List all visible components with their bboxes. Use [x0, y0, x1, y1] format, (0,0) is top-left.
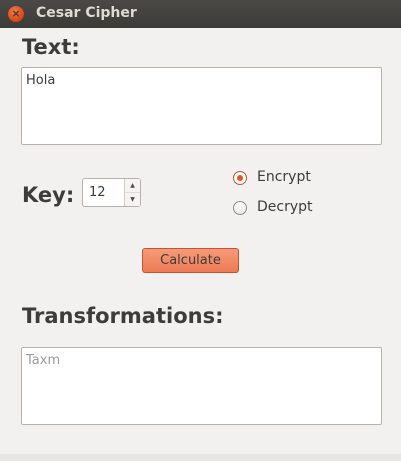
text-label: Text: — [22, 35, 80, 59]
increment-arrow-icon[interactable]: ▲ — [125, 179, 140, 193]
transformations-label: Transformations: — [22, 304, 224, 328]
key-spinner[interactable]: 12 ▲ ▼ — [82, 178, 141, 207]
decrypt-label[interactable]: Decrypt — [257, 199, 313, 215]
decrement-arrow-icon[interactable]: ▼ — [125, 193, 140, 206]
title-bar: × Cesar Cipher — [0, 0, 401, 28]
key-label: Key: — [22, 183, 75, 207]
output-text-area[interactable]: Taxm — [21, 347, 382, 425]
window-title: Cesar Cipher — [36, 5, 137, 21]
spinner-buttons: ▲ ▼ — [124, 179, 140, 206]
radio-dot-icon — [237, 175, 243, 181]
calculate-button[interactable]: Calculate — [142, 248, 239, 273]
input-text-area[interactable]: Hola — [21, 67, 382, 145]
window-bottom-edge — [0, 454, 401, 461]
key-value[interactable]: 12 — [89, 185, 106, 200]
radio-unchecked-icon[interactable] — [233, 201, 247, 215]
app-window: × Cesar Cipher Text: Hola Key: 12 ▲ ▼ En… — [0, 0, 401, 461]
close-icon[interactable]: × — [8, 6, 24, 22]
radio-checked-icon[interactable] — [233, 171, 247, 185]
encrypt-label[interactable]: Encrypt — [257, 169, 311, 185]
